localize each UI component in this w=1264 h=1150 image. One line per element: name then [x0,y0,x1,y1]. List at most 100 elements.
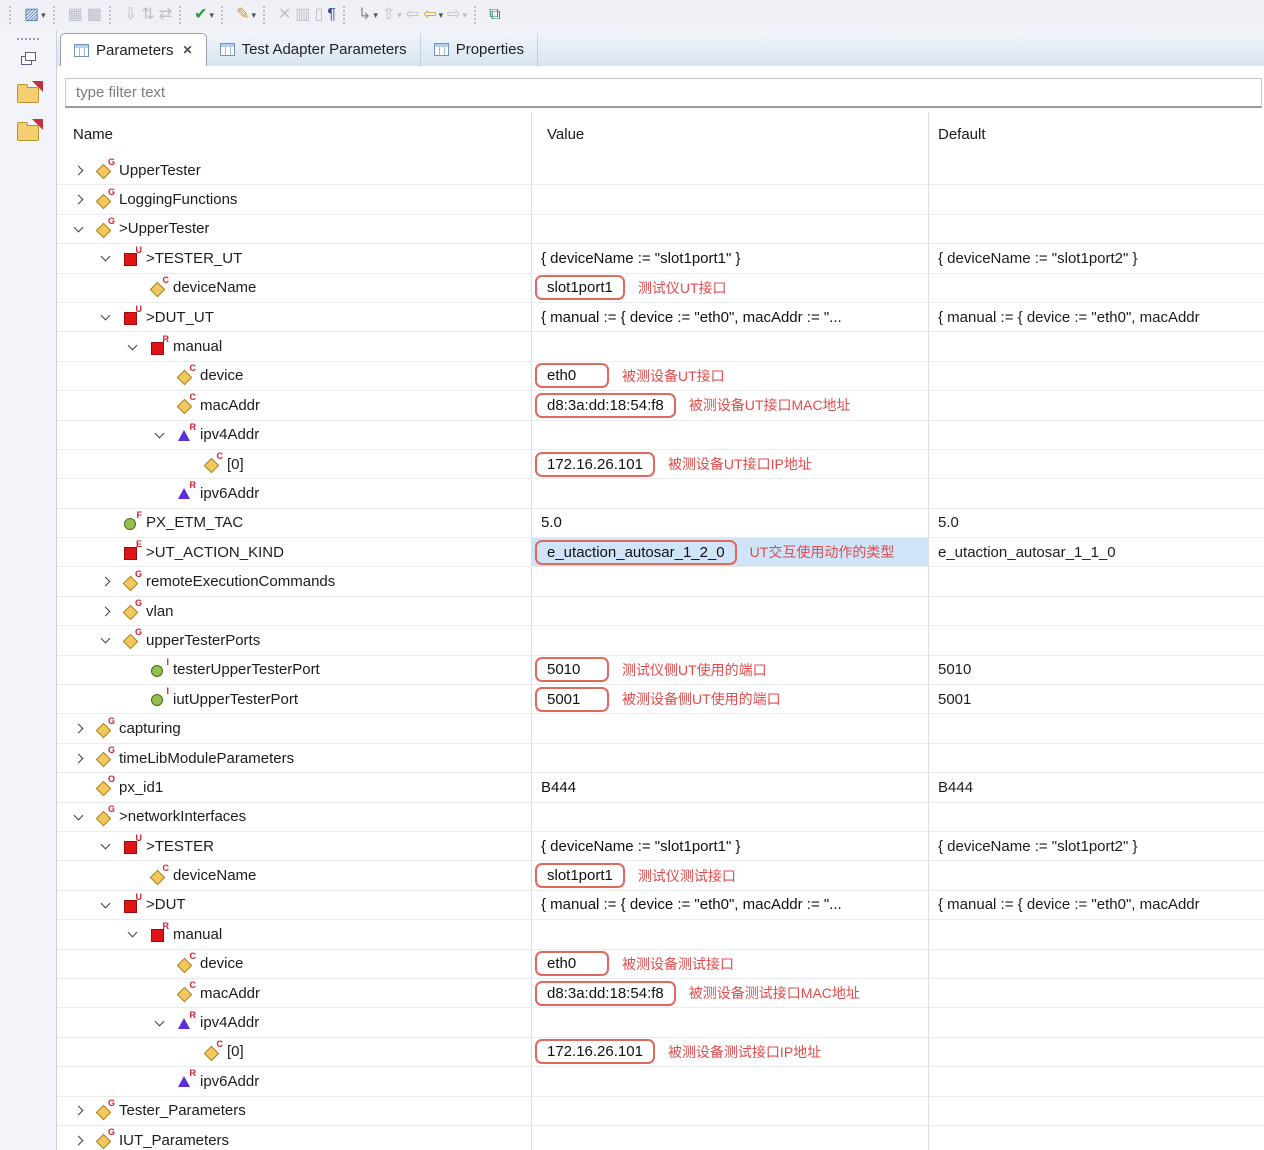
show-whitespace-button[interactable]: ¶ [325,3,338,27]
tree-row[interactable]: G>networkInterfaces [57,803,1264,832]
dropdown-arrow-icon[interactable]: ▾ [373,10,378,21]
parameter-value-cell[interactable] [531,1097,928,1125]
collapse-chevron-icon[interactable] [119,332,150,360]
parameter-value-cell[interactable] [531,597,928,625]
parameter-name-cell[interactable]: GtimeLibModuleParameters [57,744,531,772]
tree-row[interactable]: E>UT_ACTION_KINDe_utaction_autosar_1_2_0… [57,538,1264,567]
tree-row[interactable]: GupperTesterPorts [57,626,1264,655]
highlighter-button[interactable]: ✎▾ [234,3,258,27]
parameter-name-cell[interactable]: ItesterUpperTesterPort [57,656,531,684]
tree-row[interactable]: IiutUpperTesterPort5001被测设备侧UT使用的端口5001 [57,685,1264,714]
parameter-value-cell[interactable]: { manual := { device := "eth0", macAddr … [531,303,928,331]
parameter-name-cell[interactable]: Gcapturing [57,714,531,742]
parameter-name-cell[interactable]: Ripv4Addr [57,1008,531,1036]
tree-row[interactable]: U>DUT_UT{ manual := { device := "eth0", … [57,303,1264,332]
parameter-name-cell[interactable]: Opx_id1 [57,773,531,801]
parameter-name-cell[interactable]: GLoggingFunctions [57,185,531,213]
dropdown-arrow-icon[interactable]: ▾ [210,10,215,21]
parameter-value-cell[interactable] [531,1008,928,1036]
parameter-name-cell[interactable]: G>UpperTester [57,215,531,243]
collapse-chevron-icon[interactable] [65,215,96,243]
tree-row[interactable]: U>TESTER{ deviceName := "slot1port1" }{ … [57,832,1264,861]
tree-row[interactable]: C[0]172.16.26.101被测设备UT接口IP地址 [57,450,1264,479]
parameter-value-cell[interactable] [531,156,928,184]
tree-row[interactable]: GUpperTester [57,156,1264,185]
tab-test-adapter-parameters[interactable]: Test Adapter Parameters [207,33,421,66]
tree-row[interactable]: GTester_Parameters [57,1097,1264,1126]
parameter-value-cell[interactable]: { deviceName := "slot1port1" } [531,244,928,272]
parameter-value-cell[interactable] [531,920,928,948]
collapse-chevron-icon[interactable] [146,421,177,449]
parameter-value-cell[interactable] [531,479,928,507]
parameter-value-cell[interactable] [531,626,928,654]
parameter-value-cell[interactable] [531,567,928,595]
parameter-name-cell[interactable]: GupperTesterPorts [57,626,531,654]
column-header-default[interactable]: Default [928,126,1264,143]
tree-row[interactable]: Ripv4Addr [57,421,1264,450]
column-header-value[interactable]: Value [531,126,928,143]
tree-row[interactable]: CmacAddrd8:3a:dd:18:54:f8被测设备测试接口MAC地址 [57,979,1264,1008]
tree-row[interactable]: Ripv4Addr [57,1008,1264,1037]
parameter-name-cell[interactable]: G>networkInterfaces [57,803,531,831]
parameter-name-cell[interactable]: Rmanual [57,332,531,360]
expand-chevron-icon[interactable] [65,185,96,213]
parameter-name-cell[interactable]: Ripv6Addr [57,1067,531,1095]
collapse-chevron-icon[interactable] [92,832,123,860]
tree-row[interactable]: Rmanual [57,332,1264,361]
minimized-view-folder-1[interactable] [17,87,39,103]
parameter-name-cell[interactable]: GTester_Parameters [57,1097,531,1125]
parameter-name-cell[interactable]: IiutUpperTesterPort [57,685,531,713]
minimized-view-folder-2[interactable] [17,125,39,141]
parameter-name-cell[interactable]: Rmanual [57,920,531,948]
parameter-value-cell[interactable] [531,803,928,831]
expand-chevron-icon[interactable] [92,597,123,625]
collapse-chevron-icon[interactable] [92,303,123,331]
parameter-name-cell[interactable]: U>TESTER_UT [57,244,531,272]
tree-row[interactable]: Ripv6Addr [57,479,1264,508]
expand-chevron-icon[interactable] [65,156,96,184]
tab-parameters[interactable]: Parameters✕ [60,33,207,66]
collapse-chevron-icon[interactable] [92,244,123,272]
parameter-value-cell[interactable]: e_utaction_autosar_1_2_0UT交互使用动作的类型 [531,538,928,566]
parameter-name-cell[interactable]: C[0] [57,450,531,478]
parameter-value-cell[interactable]: 5010测试仪侧UT使用的端口 [531,656,928,684]
parameter-name-cell[interactable]: U>TESTER [57,832,531,860]
expand-chevron-icon[interactable] [65,714,96,742]
parameter-value-cell[interactable]: 5.0 [531,509,928,537]
collapse-chevron-icon[interactable] [65,803,96,831]
parameter-name-cell[interactable]: E>UT_ACTION_KIND [57,538,531,566]
parameter-name-cell[interactable]: U>DUT_UT [57,303,531,331]
tree-row[interactable]: C[0]172.16.26.101被测设备测试接口IP地址 [57,1038,1264,1067]
parameter-name-cell[interactable]: GIUT_Parameters [57,1126,531,1150]
parameter-value-cell[interactable] [531,332,928,360]
parameter-name-cell[interactable]: GUpperTester [57,156,531,184]
parameter-value-cell[interactable]: { deviceName := "slot1port1" } [531,832,928,860]
tree-row[interactable]: U>TESTER_UT{ deviceName := "slot1port1" … [57,244,1264,273]
parameter-name-cell[interactable]: GremoteExecutionCommands [57,567,531,595]
collapse-chevron-icon[interactable] [92,891,123,919]
back-history-button[interactable]: ⇦▾ [421,3,445,27]
tree-row[interactable]: CdeviceNameslot1port1测试仪测试接口 [57,861,1264,890]
tree-row[interactable]: ItesterUpperTesterPort5010测试仪侧UT使用的端口501… [57,656,1264,685]
parameter-value-cell[interactable]: { manual := { device := "eth0", macAddr … [531,891,928,919]
parameter-value-cell[interactable] [531,714,928,742]
collapse-chevron-icon[interactable] [119,920,150,948]
expand-chevron-icon[interactable] [65,1097,96,1125]
new-editor-window-button[interactable]: ⧉ [487,3,502,27]
parameter-value-cell[interactable]: slot1port1测试仪测试接口 [531,861,928,889]
parameter-value-cell[interactable]: d8:3a:dd:18:54:f8被测设备UT接口MAC地址 [531,391,928,419]
tree-row[interactable]: Rmanual [57,920,1264,949]
parameter-value-cell[interactable]: 172.16.26.101被测设备UT接口IP地址 [531,450,928,478]
collapse-chevron-icon[interactable] [92,626,123,654]
parameter-value-cell[interactable] [531,1067,928,1095]
tree-row[interactable]: G>UpperTester [57,215,1264,244]
parameter-value-cell[interactable]: eth0被测设备测试接口 [531,950,928,978]
parameter-value-cell[interactable] [531,421,928,449]
expand-chevron-icon[interactable] [65,1126,96,1150]
validate-button[interactable]: ✔▾ [192,3,216,27]
dropdown-arrow-icon[interactable]: ▾ [251,10,256,21]
filter-input[interactable] [65,78,1262,108]
parameter-value-cell[interactable]: d8:3a:dd:18:54:f8被测设备测试接口MAC地址 [531,979,928,1007]
tree-row[interactable]: CmacAddrd8:3a:dd:18:54:f8被测设备UT接口MAC地址 [57,391,1264,420]
tab-properties[interactable]: Properties [421,33,538,66]
